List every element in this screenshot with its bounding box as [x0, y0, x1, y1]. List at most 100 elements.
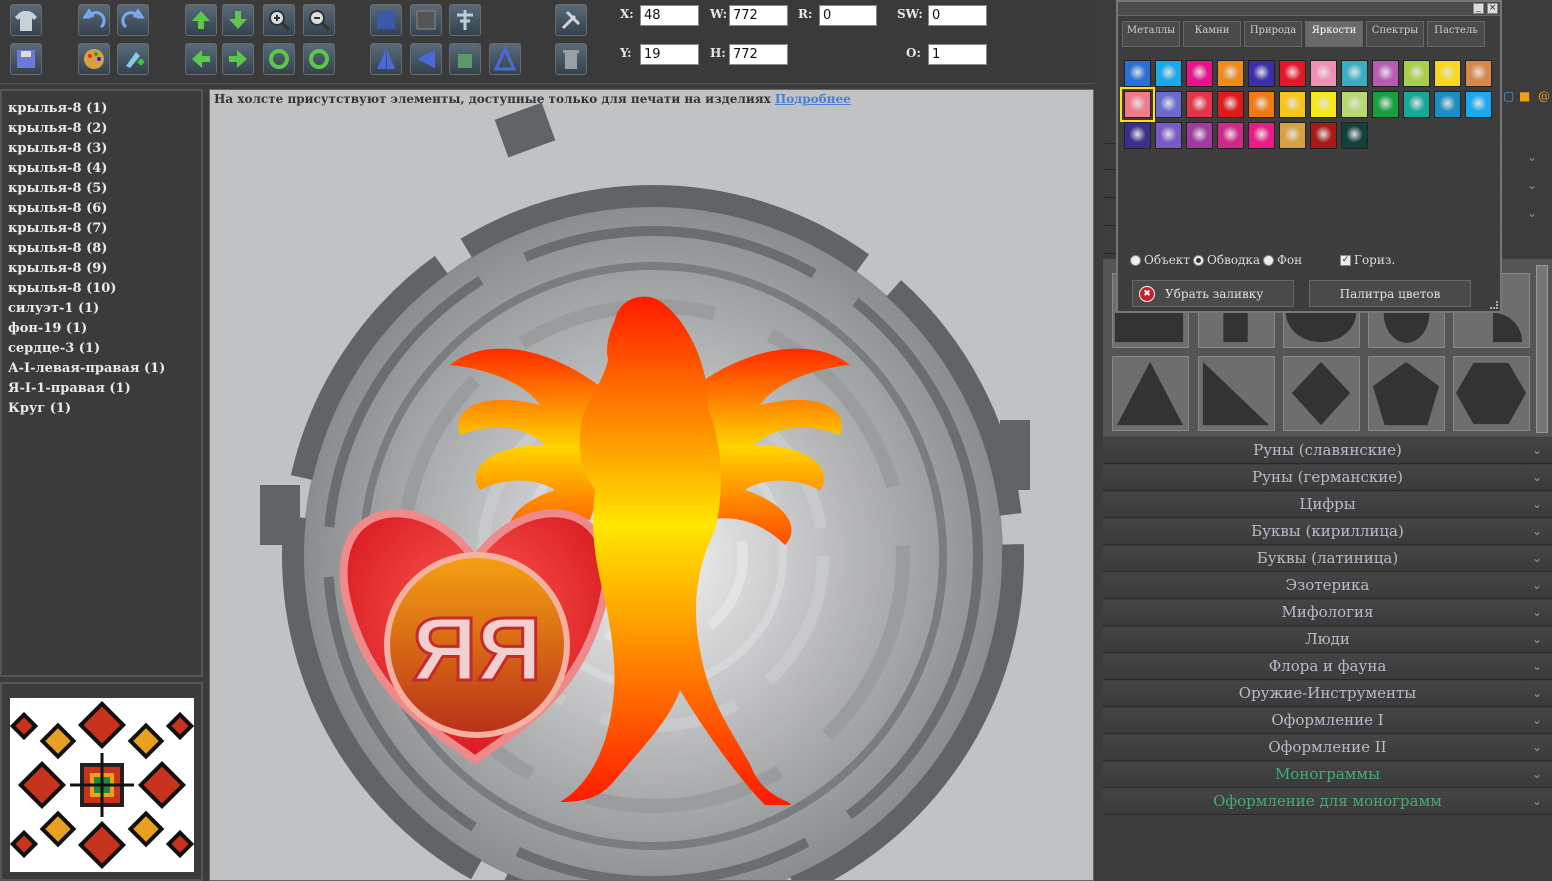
chevron-down-icon[interactable]: ⌄ — [1532, 654, 1542, 679]
chevron-down-icon[interactable]: ⌄ — [1532, 735, 1542, 760]
chevron-down-icon[interactable]: ⌄ — [1532, 708, 1542, 733]
category-item[interactable]: Буквы (кириллица) ⌄ — [1103, 519, 1552, 545]
color-swatch[interactable] — [1155, 60, 1182, 87]
chevron-down-icon[interactable]: ⌄ — [1532, 438, 1542, 463]
opacity-field[interactable] — [928, 44, 987, 65]
category-item[interactable]: Эзотерика ⌄ — [1103, 573, 1552, 599]
color-swatch[interactable] — [1248, 122, 1275, 149]
shape-hexagon[interactable] — [1453, 356, 1530, 431]
layer-item[interactable]: фон-19 (1) — [8, 319, 201, 339]
color-swatch[interactable] — [1186, 122, 1213, 149]
palette-button[interactable] — [78, 43, 110, 75]
height-field[interactable] — [729, 44, 788, 65]
chevron-down-icon[interactable]: ⌄ — [1532, 573, 1542, 598]
share-icon[interactable]: ▢ — [1503, 89, 1514, 103]
layer-item[interactable]: крылья-8 (10) — [8, 279, 201, 299]
chevron-down-icon[interactable]: ⌄ — [1527, 178, 1537, 192]
remove-fill-button[interactable]: ✖ Убрать заливку — [1132, 280, 1294, 307]
color-swatch[interactable] — [1155, 122, 1182, 149]
layer-item[interactable]: крылья-8 (7) — [8, 219, 201, 239]
color-swatch[interactable] — [1403, 91, 1430, 118]
category-item[interactable]: Оформление для монограмм ⌄ — [1103, 789, 1552, 815]
chevron-down-icon[interactable]: ⌄ — [1532, 492, 1542, 517]
shapes-scrollbar[interactable] — [1536, 265, 1548, 433]
color-swatch[interactable] — [1124, 122, 1151, 149]
design-canvas[interactable]: ЯЯ На холсте присутствуют элементы, дост… — [209, 89, 1094, 881]
color-swatch[interactable] — [1372, 91, 1399, 118]
color-swatch[interactable] — [1217, 122, 1244, 149]
layer-item[interactable]: крылья-8 (3) — [8, 139, 201, 159]
save-button[interactable] — [10, 43, 42, 75]
bring-front-button[interactable] — [370, 4, 402, 36]
checkbox-horizontal[interactable]: ✓ — [1340, 254, 1351, 266]
tab-palette-0[interactable]: Металлы — [1122, 21, 1180, 47]
canvas-artwork[interactable]: ЯЯ — [210, 90, 1094, 881]
color-swatch[interactable] — [1248, 91, 1275, 118]
dialog-titlebar[interactable]: _ × — [1118, 2, 1500, 16]
color-swatch[interactable] — [1310, 91, 1337, 118]
rotation-field[interactable] — [819, 5, 877, 26]
tab-palette-3[interactable]: Яркости — [1305, 21, 1363, 47]
category-item[interactable]: Флора и фауна ⌄ — [1103, 654, 1552, 680]
color-swatch[interactable] — [1341, 122, 1368, 149]
tab-palette-2[interactable]: Природа — [1244, 21, 1302, 47]
color-swatch[interactable] — [1372, 60, 1399, 87]
tshirt-button[interactable] — [10, 4, 42, 36]
trash-button[interactable] — [555, 43, 587, 75]
color-swatch[interactable] — [1310, 122, 1337, 149]
chevron-down-icon[interactable]: ⌄ — [1532, 789, 1542, 814]
zoom-in-button[interactable] — [263, 4, 295, 36]
color-swatch[interactable] — [1434, 60, 1461, 87]
ornament-thumbnail[interactable] — [9, 698, 195, 872]
color-swatch[interactable] — [1310, 60, 1337, 87]
layer-item[interactable]: крылья-8 (4) — [8, 159, 201, 179]
layer-item[interactable]: крылья-8 (9) — [8, 259, 201, 279]
category-item[interactable]: Мифология ⌄ — [1103, 600, 1552, 626]
option-object[interactable]: Объект — [1130, 253, 1190, 267]
category-item[interactable]: Буквы (латиница) ⌄ — [1103, 546, 1552, 572]
arrow-left-button[interactable] — [185, 43, 217, 75]
arrow-right-button[interactable] — [222, 43, 254, 75]
tab-palette-4[interactable]: Спектры — [1366, 21, 1424, 47]
chevron-down-icon[interactable]: ⌄ — [1532, 519, 1542, 544]
color-swatch[interactable] — [1155, 91, 1182, 118]
arrow-down-button[interactable] — [222, 4, 254, 36]
stroke-width-field[interactable] — [928, 5, 987, 26]
chevron-down-icon[interactable]: ⌄ — [1532, 762, 1542, 787]
align-bottom-button[interactable] — [449, 43, 481, 75]
category-item[interactable]: Оформление II ⌄ — [1103, 735, 1552, 761]
color-swatch[interactable] — [1465, 60, 1492, 87]
color-swatch[interactable] — [1124, 60, 1151, 87]
zoom-out-button[interactable] — [303, 4, 335, 36]
color-palette-button[interactable]: Палитра цветов — [1309, 280, 1471, 307]
chevron-down-icon[interactable]: ⌄ — [1532, 465, 1542, 490]
shape-triangle[interactable] — [1112, 356, 1189, 431]
layer-item[interactable]: сердце-3 (1) — [8, 339, 201, 359]
rotate-right-button[interactable] — [303, 43, 335, 75]
tools-button[interactable] — [555, 4, 587, 36]
flip-horizontal-button[interactable] — [370, 43, 402, 75]
paint-add-button[interactable] — [117, 43, 149, 75]
arrow-up-button[interactable] — [185, 4, 217, 36]
category-item[interactable]: Руны (славянские) ⌄ — [1103, 438, 1552, 464]
option-horizontal[interactable]: ✓ Гориз. — [1340, 253, 1395, 267]
shape-pentagon[interactable] — [1368, 356, 1445, 431]
color-swatch[interactable] — [1403, 60, 1430, 87]
radio-background[interactable] — [1263, 254, 1274, 266]
chevron-down-icon[interactable]: ⌄ — [1527, 150, 1537, 164]
rotate-left-button[interactable] — [263, 43, 295, 75]
category-item[interactable]: Цифры ⌄ — [1103, 492, 1552, 518]
layer-item[interactable]: крылья-8 (8) — [8, 239, 201, 259]
color-swatch[interactable] — [1341, 91, 1368, 118]
align-center-button[interactable] — [449, 4, 481, 36]
minimize-icon[interactable]: _ — [1473, 3, 1484, 14]
more-info-link[interactable]: Подробнее — [775, 92, 851, 106]
flip-vertical-button[interactable] — [489, 43, 521, 75]
chevron-down-icon[interactable]: ⌄ — [1532, 681, 1542, 706]
layer-item[interactable]: крылья-8 (2) — [8, 119, 201, 139]
color-swatch[interactable] — [1120, 87, 1155, 122]
radio-object[interactable] — [1130, 254, 1141, 266]
color-swatch[interactable] — [1217, 91, 1244, 118]
y-field[interactable] — [640, 44, 699, 65]
color-swatch[interactable] — [1217, 60, 1244, 87]
